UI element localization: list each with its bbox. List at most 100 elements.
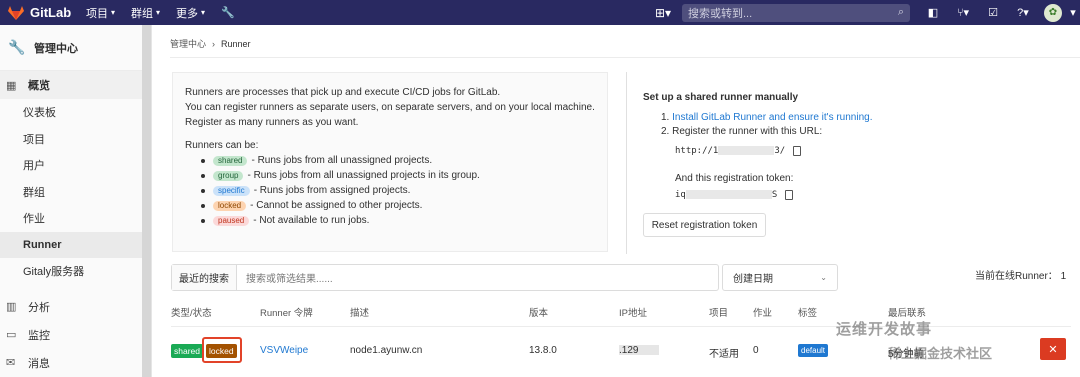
reset-token-button[interactable]: Reset registration token bbox=[643, 213, 766, 237]
setup-step-2: 2. Register the runner with this URL: bbox=[661, 126, 823, 137]
new-plus-icon[interactable]: ⊞▾ bbox=[650, 0, 676, 25]
monitor-icon: ▭ bbox=[6, 329, 17, 341]
sidebar-item-label: 项目 bbox=[23, 133, 45, 146]
runner-url: http://1 3/ bbox=[643, 144, 903, 158]
sidebar-section-overview[interactable]: ▦ 概览 bbox=[0, 71, 151, 99]
info-line: Runners are processes that pick up and e… bbox=[185, 87, 501, 98]
specific-badge: specific bbox=[213, 185, 250, 196]
message-icon: ✉ bbox=[6, 357, 16, 369]
chevron-down-icon[interactable]: ▾ bbox=[1066, 0, 1080, 25]
merge-requests-icon[interactable]: ⑂▾ bbox=[948, 0, 978, 25]
help-icon[interactable]: ?▾ bbox=[1008, 0, 1038, 25]
sidebar-item-label: Runner bbox=[23, 238, 62, 251]
token-end: S bbox=[771, 190, 778, 200]
redacted-blur bbox=[718, 146, 775, 155]
menu-projects-label: 项目 bbox=[86, 7, 108, 20]
top-navbar: GitLab 项目 ▾ 群组 ▾ 更多 ▾ 🔧 ⊞▾ 搜索或转到... ⌕ ◧ ⑂▾ … bbox=[0, 0, 1080, 25]
token-label: And this registration token: bbox=[675, 173, 794, 184]
default-tag: default bbox=[798, 344, 829, 357]
col-jobs: 作业 bbox=[753, 308, 773, 319]
group-badge: group bbox=[213, 170, 244, 181]
sidebar-group-monitoring[interactable]: ▭ 监控 bbox=[0, 321, 151, 349]
list-item: shared - Runs jobs from all unassigned pr… bbox=[201, 153, 595, 168]
breadcrumb-current[interactable]: Runner bbox=[221, 39, 251, 49]
sidebar-group-messages[interactable]: ✉ 消息 bbox=[0, 349, 151, 377]
col-version: 版本 bbox=[529, 308, 549, 319]
sort-label: 创建日期 bbox=[733, 274, 773, 285]
sort-dropdown[interactable]: 创建日期 ⌄ bbox=[722, 264, 838, 291]
sidebar-item-jobs[interactable]: 作业 bbox=[0, 205, 151, 232]
sidebar-item-label: 作业 bbox=[23, 213, 45, 226]
grid-icon: ▦ bbox=[6, 79, 17, 92]
sidebar-item-label: Gitaly服务器 bbox=[23, 266, 85, 279]
app-name: GitLab bbox=[30, 5, 72, 20]
copy-icon[interactable] bbox=[785, 190, 794, 200]
search-placeholder: 搜索或转到... bbox=[688, 7, 753, 20]
online-runner-count: 当前在线Runner： 1 bbox=[975, 271, 1067, 282]
install-runner-link[interactable]: Install GitLab Runner and ensure it's ru… bbox=[672, 112, 872, 123]
delete-runner-button[interactable]: ✕ bbox=[1040, 338, 1066, 360]
sidebar-item-runner[interactable]: Runner bbox=[0, 231, 151, 258]
ip-suffix: .129 bbox=[619, 345, 639, 356]
col-projects: 项目 bbox=[709, 308, 729, 319]
chart-icon: ▥ bbox=[6, 301, 17, 313]
type-desc: - Cannot be assigned to other projects. bbox=[250, 200, 423, 211]
breadcrumb-parent[interactable]: 管理中心 bbox=[170, 37, 206, 50]
setup-step-1: 1. Install GitLab Runner and ensure it's… bbox=[643, 111, 903, 125]
main-content: 管理中心 › Runner Runners are processes that… bbox=[152, 25, 1080, 377]
shared-tag: shared bbox=[171, 344, 203, 358]
token-start: iq bbox=[675, 190, 686, 200]
col-type: 类型/状态 bbox=[171, 308, 212, 319]
sidebar-item-label: 群组 bbox=[23, 186, 45, 199]
info-line: You can register runners as separate use… bbox=[185, 102, 595, 113]
sidebar-group-label: 监控 bbox=[28, 329, 50, 342]
runner-jobs: 0 bbox=[753, 345, 759, 356]
sidebar-item-users[interactable]: 用户 bbox=[0, 152, 151, 179]
chevron-down-icon: ▾ bbox=[201, 8, 206, 17]
runner-token-link[interactable]: VSVWeipe bbox=[260, 345, 308, 356]
recent-searches-button[interactable]: 最近的搜索 bbox=[172, 265, 237, 290]
issues-icon[interactable]: ◧ bbox=[918, 0, 948, 25]
runners-info-box: Runners are processes that pick up and e… bbox=[172, 72, 608, 252]
locked-badge: locked bbox=[213, 200, 247, 211]
watermark: 稀土掘金技术社区 bbox=[888, 346, 993, 361]
copy-icon[interactable] bbox=[793, 146, 802, 156]
type-desc: - Runs jobs from all unassigned projects… bbox=[251, 155, 433, 166]
type-desc: - Runs jobs from all unassigned projects… bbox=[247, 170, 480, 181]
search-input[interactable]: 搜索或转到... ⌕ bbox=[682, 3, 910, 22]
runner-version: 13.8.0 bbox=[529, 345, 557, 356]
sidebar: 🔧 管理中心 ▦ 概览 仪表板 项目 用户 群组 作业 Runner Gital… bbox=[0, 25, 152, 377]
menu-groups[interactable]: 群组 ▾ bbox=[131, 5, 160, 21]
sidebar-group-analytics[interactable]: ▥ 分析 bbox=[0, 293, 151, 321]
divider bbox=[170, 57, 1080, 58]
shared-runner-setup: Set up a shared runner manually 1. Insta… bbox=[643, 91, 903, 202]
url-end: 3/ bbox=[774, 146, 786, 156]
sidebar-item-projects[interactable]: 项目 bbox=[0, 126, 151, 153]
menu-groups-label: 群组 bbox=[131, 7, 154, 20]
sidebar-item-groups[interactable]: 群组 bbox=[0, 179, 151, 206]
sidebar-group-label: 消息 bbox=[28, 357, 50, 370]
user-avatar[interactable]: ✿ bbox=[1044, 3, 1062, 22]
menu-projects[interactable]: 项目 ▾ bbox=[86, 5, 115, 21]
runner-description: node1.ayunw.cn bbox=[350, 345, 423, 356]
admin-wrench-icon[interactable]: 🔧 bbox=[221, 6, 235, 19]
sidebar-group-label: 分析 bbox=[28, 301, 50, 314]
todos-icon[interactable]: ☑ bbox=[978, 0, 1008, 25]
sidebar-item-dashboard[interactable]: 仪表板 bbox=[0, 99, 151, 126]
info-can-be: Runners can be: bbox=[185, 140, 259, 151]
gitlab-fox-icon bbox=[8, 5, 24, 20]
divider bbox=[626, 72, 627, 254]
sidebar-item-gitaly[interactable]: Gitaly服务器 bbox=[0, 258, 151, 285]
table-header: 类型/状态 Runner 令牌 描述 版本 IP地址 项目 作业 标签 最后联系 bbox=[171, 305, 1071, 321]
gitlab-logo[interactable]: GitLab bbox=[0, 5, 72, 20]
step-number: 1. bbox=[661, 112, 673, 123]
sidebar-header[interactable]: 🔧 管理中心 bbox=[0, 25, 151, 71]
info-line: Register as many runners as you want. bbox=[185, 117, 359, 128]
col-last-contact: 最后联系 bbox=[888, 308, 927, 319]
sidebar-scrollbar[interactable] bbox=[142, 25, 151, 377]
menu-more[interactable]: 更多 ▾ bbox=[176, 5, 205, 21]
filter-search-input[interactable]: 搜索或筛选结果...... bbox=[246, 270, 333, 285]
list-item: paused - Not available to run jobs. bbox=[201, 213, 595, 228]
list-item: group - Runs jobs from all unassigned pro… bbox=[201, 168, 595, 183]
type-desc: - Runs jobs from assigned projects. bbox=[253, 185, 411, 196]
